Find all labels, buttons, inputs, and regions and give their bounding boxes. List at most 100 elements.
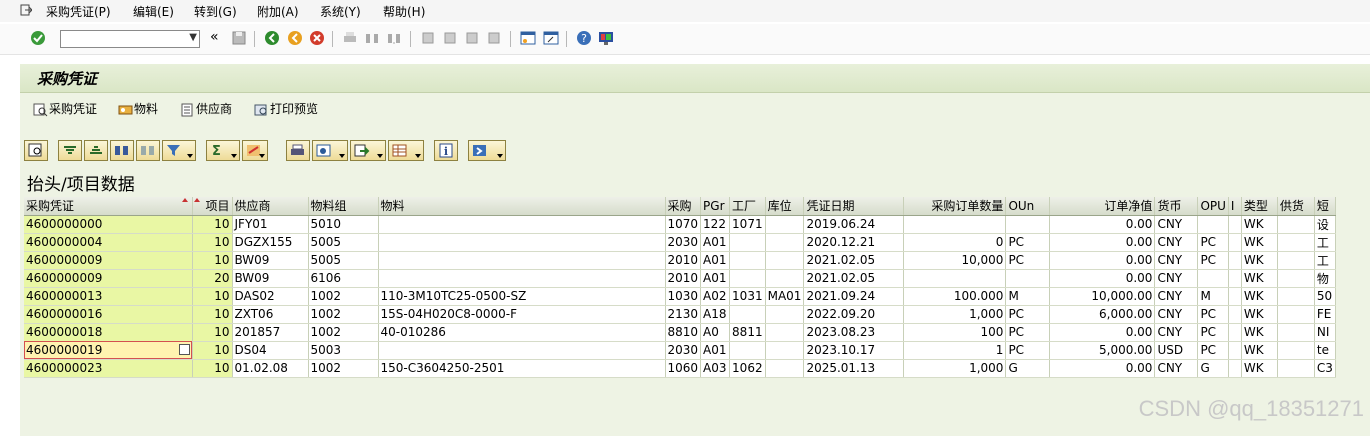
cell-purchasing-doc[interactable]: 4600000023	[24, 359, 193, 378]
menu-edit[interactable]: 编辑(E)	[133, 3, 174, 20]
information-button[interactable]: i	[434, 140, 458, 161]
cell-plant[interactable]: 8811	[729, 323, 766, 342]
cell-short-text[interactable]: 50	[1314, 287, 1336, 306]
cell-item[interactable]: 10	[192, 215, 233, 234]
print-button[interactable]	[286, 140, 310, 161]
cell-plant[interactable]	[729, 251, 766, 270]
cell-supplying[interactable]	[1277, 305, 1315, 324]
cell-po-quantity[interactable]: 100	[903, 323, 1007, 342]
column-header-doc-type[interactable]: 类型	[1241, 197, 1278, 216]
cell-plant[interactable]	[729, 341, 766, 360]
cell-storage-location[interactable]	[765, 269, 805, 288]
cell-doc-type[interactable]: WK	[1241, 287, 1278, 306]
filter-button[interactable]	[162, 140, 196, 161]
cell-order-unit[interactable]	[1005, 215, 1051, 234]
menu-extras[interactable]: 附加(A)	[257, 3, 299, 20]
cell-item-category[interactable]	[1228, 359, 1242, 378]
cell-plant[interactable]: 1031	[729, 287, 766, 306]
previous-page-icon[interactable]	[442, 30, 458, 46]
cell-doc-type[interactable]: WK	[1241, 251, 1278, 270]
cell-supplying[interactable]	[1277, 215, 1315, 234]
cell-material-group[interactable]: 1002	[308, 359, 379, 378]
cell-supplying[interactable]	[1277, 287, 1315, 306]
cell-item-category[interactable]	[1228, 215, 1242, 234]
table-row[interactable]: 4600000009 10 BW09 5005 2010 A01 2021.02.05 10,…	[24, 251, 1336, 270]
cell-material[interactable]	[378, 341, 666, 360]
subtotal-button[interactable]	[242, 140, 268, 161]
cell-currency[interactable]: CNY	[1154, 251, 1199, 270]
cell-order-unit[interactable]	[1005, 269, 1051, 288]
cell-material-group[interactable]: 5005	[308, 251, 379, 270]
cell-order-price-unit[interactable]: PC	[1197, 323, 1229, 342]
cell-purch-org[interactable]: 2030	[665, 233, 702, 252]
print-preview-button[interactable]: 打印预览	[254, 100, 318, 120]
exit-app-icon[interactable]	[20, 4, 32, 16]
create-session-icon[interactable]	[520, 30, 536, 46]
cell-doc-type[interactable]: WK	[1241, 359, 1278, 378]
table-row[interactable]: 4600000004 10 DGZX155 5005 2030 A01 2020.12.21…	[24, 233, 1336, 252]
column-header-plant[interactable]: 工厂	[729, 197, 766, 216]
cell-currency[interactable]: CNY	[1154, 323, 1199, 342]
cell-supplying[interactable]	[1277, 251, 1315, 270]
cell-short-text[interactable]: 工	[1314, 233, 1336, 252]
cell-plant[interactable]	[729, 269, 766, 288]
cell-vendor[interactable]: DS04	[232, 341, 309, 360]
cell-supplying[interactable]	[1277, 233, 1315, 252]
cell-material-group[interactable]: 5003	[308, 341, 379, 360]
column-header-purchasing-doc[interactable]: 采购凭证	[24, 197, 193, 216]
cell-vendor[interactable]: BW09	[232, 251, 309, 270]
cell-currency[interactable]: CNY	[1154, 269, 1199, 288]
cell-document-date[interactable]: 2022.09.20	[803, 305, 905, 324]
cell-material-group[interactable]: 1002	[308, 323, 379, 342]
cell-document-date[interactable]: 2020.12.21	[803, 233, 905, 252]
cell-order-unit[interactable]: PC	[1005, 323, 1051, 342]
value-help-icon[interactable]	[178, 343, 190, 355]
cell-purch-group[interactable]: A02	[700, 287, 731, 306]
cell-purch-org[interactable]: 8810	[665, 323, 702, 342]
cell-document-date[interactable]: 2021.09.24	[803, 287, 905, 306]
cell-order-unit[interactable]: M	[1005, 287, 1051, 306]
cell-item-category[interactable]	[1228, 269, 1242, 288]
cell-order-price-unit[interactable]: G	[1197, 359, 1229, 378]
enter-check-icon[interactable]	[30, 30, 46, 46]
cell-purch-org[interactable]: 2010	[665, 251, 702, 270]
cell-order-unit[interactable]: PC	[1005, 233, 1051, 252]
views-button[interactable]	[312, 140, 348, 161]
cell-item-category[interactable]	[1228, 323, 1242, 342]
cell-storage-location[interactable]	[765, 341, 805, 360]
next-page-icon[interactable]	[464, 30, 480, 46]
cell-storage-location[interactable]	[765, 251, 805, 270]
cell-currency[interactable]: USD	[1154, 341, 1199, 360]
cell-purch-group[interactable]: 122	[700, 215, 731, 234]
cell-item-category[interactable]	[1228, 287, 1242, 306]
cell-storage-location[interactable]	[765, 323, 805, 342]
cell-currency[interactable]: CNY	[1154, 359, 1199, 378]
cell-purch-org[interactable]: 2030	[665, 341, 702, 360]
cell-currency[interactable]: CNY	[1154, 233, 1199, 252]
column-header-item-category[interactable]: I	[1228, 197, 1242, 216]
cell-item[interactable]: 20	[192, 269, 233, 288]
cell-material[interactable]: 110-3M10TC25-0500-SZ	[378, 287, 666, 306]
cancel-icon[interactable]	[309, 30, 325, 46]
cell-vendor[interactable]: 01.02.08	[232, 359, 309, 378]
column-header-vendor[interactable]: 供应商	[232, 197, 309, 216]
cell-purchasing-doc[interactable]: 4600000009	[24, 251, 193, 270]
column-header-po-quantity[interactable]: 采购订单数量	[903, 197, 1007, 216]
find-button[interactable]	[110, 140, 134, 161]
cell-po-quantity[interactable]: 0	[903, 233, 1007, 252]
column-header-storage-location[interactable]: 库位	[765, 197, 805, 216]
cell-short-text[interactable]: 设	[1314, 215, 1336, 234]
table-row[interactable]: 4600000019 10 DS04 5003 2030 A01 2023.10.17 1 PC…	[24, 341, 1336, 360]
cell-order-price-unit[interactable]: M	[1197, 287, 1229, 306]
purchasing-document-button[interactable]: 采购凭证	[33, 100, 97, 120]
cell-purch-org[interactable]: 2010	[665, 269, 702, 288]
cell-po-quantity[interactable]: 1	[903, 341, 1007, 360]
cell-short-text[interactable]: C3	[1314, 359, 1336, 378]
cell-net-order-value[interactable]: 0.00	[1049, 269, 1156, 288]
cell-short-text[interactable]: NI	[1314, 323, 1336, 342]
cell-currency[interactable]: CNY	[1154, 305, 1199, 324]
cell-storage-location[interactable]	[765, 233, 805, 252]
cell-net-order-value[interactable]: 5,000.00	[1049, 341, 1156, 360]
sort-ascending-button[interactable]	[58, 140, 82, 161]
cell-item[interactable]: 10	[192, 287, 233, 306]
